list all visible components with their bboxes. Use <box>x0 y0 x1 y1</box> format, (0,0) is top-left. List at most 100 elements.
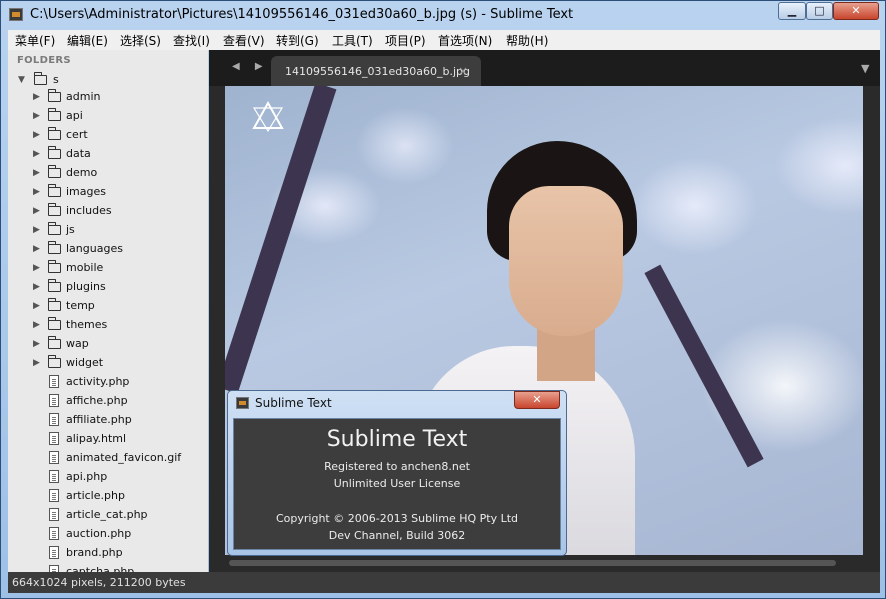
about-dialog: Sublime Text ✕ Sublime Text Registered t… <box>227 390 567 556</box>
tree-root-label: s <box>53 73 59 86</box>
maximize-button[interactable]: □ <box>806 2 833 20</box>
tree-file[interactable]: article.php <box>8 487 208 506</box>
sidebar-header: FOLDERS <box>17 55 71 66</box>
tree-file-label: brand.php <box>66 546 123 559</box>
menu-help[interactable]: 帮助(H) <box>506 32 548 49</box>
collapsed-triangle-icon[interactable]: ▶ <box>33 244 40 254</box>
collapsed-triangle-icon[interactable]: ▶ <box>33 187 40 197</box>
collapsed-triangle-icon[interactable]: ▶ <box>33 282 40 292</box>
folder-icon <box>47 146 61 159</box>
file-icon <box>49 508 59 521</box>
collapsed-triangle-icon[interactable]: ▶ <box>33 149 40 159</box>
tree-folder-label: includes <box>66 204 112 217</box>
menu-tools[interactable]: 工具(T) <box>332 32 373 49</box>
tab-image-file[interactable]: 14109556146_031ed30a60_b.jpg × <box>271 56 481 86</box>
tree-folder-temp[interactable]: ▶ temp <box>8 297 208 316</box>
collapsed-triangle-icon[interactable]: ▶ <box>33 358 40 368</box>
collapsed-triangle-icon[interactable]: ▶ <box>33 111 40 121</box>
menu-project[interactable]: 项目(P) <box>385 32 426 49</box>
tree-folder-js[interactable]: ▶ js <box>8 221 208 240</box>
menu-view[interactable]: 查看(V) <box>223 32 265 49</box>
menu-find[interactable]: 查找(I) <box>173 32 210 49</box>
tree-folder-plugins[interactable]: ▶ plugins <box>8 278 208 297</box>
folder-icon <box>47 260 61 273</box>
tree-file-label: affiliate.php <box>66 413 132 426</box>
tree-folder-label: mobile <box>66 261 104 274</box>
tree-file[interactable]: animated_favicon.gif <box>8 449 208 468</box>
folder-icon <box>47 241 61 254</box>
tree-file[interactable]: captcha.php <box>8 563 208 572</box>
tree-folder-label: temp <box>66 299 95 312</box>
tree-folder-label: wap <box>66 337 89 350</box>
about-registered: Registered to anchen8.net <box>324 460 470 473</box>
sublime-app-icon <box>9 8 23 21</box>
menu-selection[interactable]: 选择(S) <box>120 32 161 49</box>
expanded-triangle-icon[interactable]: ▼ <box>18 75 25 85</box>
collapsed-triangle-icon[interactable]: ▶ <box>33 130 40 140</box>
folder-icon <box>47 203 61 216</box>
about-copyright: Copyright © 2006-2013 Sublime HQ Pty Ltd <box>275 512 519 525</box>
tree-file[interactable]: brand.php <box>8 544 208 563</box>
tree-folder-label: api <box>66 109 83 122</box>
collapsed-triangle-icon[interactable]: ▶ <box>33 301 40 311</box>
menu-file[interactable]: 菜单(F) <box>15 32 55 49</box>
tree-folder-demo[interactable]: ▶ demo <box>8 164 208 183</box>
tree-file[interactable]: auction.php <box>8 525 208 544</box>
folder-icon <box>47 355 61 368</box>
tab-nav-arrows-icon[interactable]: ◀ ▶ <box>232 61 269 72</box>
folder-icon <box>47 336 61 349</box>
tree-folder-languages[interactable]: ▶ languages <box>8 240 208 259</box>
horizontal-scrollbar[interactable] <box>229 560 836 566</box>
file-icon <box>49 394 59 407</box>
sublime-window: C:\Users\Administrator\Pictures\14109556… <box>0 0 886 599</box>
file-icon <box>49 432 59 445</box>
tree-folder-images[interactable]: ▶ images <box>8 183 208 202</box>
tree-folder-cert[interactable]: ▶ cert <box>8 126 208 145</box>
tab-close-icon[interactable]: × <box>458 64 468 78</box>
file-icon <box>49 489 59 502</box>
tab-label: 14109556146_031ed30a60_b.jpg <box>285 65 470 78</box>
tree-folder-data[interactable]: ▶ data <box>8 145 208 164</box>
file-icon <box>49 470 59 483</box>
tab-bar: ◀ ▶ 14109556146_031ed30a60_b.jpg × ▼ <box>209 50 880 86</box>
minimize-button[interactable]: ▁ <box>778 2 806 20</box>
tree-folder-includes[interactable]: ▶ includes <box>8 202 208 221</box>
menu-preferences[interactable]: 首选项(N) <box>438 32 492 49</box>
tree-folder-label: admin <box>66 90 101 103</box>
tree-folder-label: languages <box>66 242 123 255</box>
tree-file[interactable]: affiliate.php <box>8 411 208 430</box>
tree-folder-wap[interactable]: ▶ wap <box>8 335 208 354</box>
tree-folder-themes[interactable]: ▶ themes <box>8 316 208 335</box>
tree-file[interactable]: affiche.php <box>8 392 208 411</box>
tree-file-label: article_cat.php <box>66 508 148 521</box>
collapsed-triangle-icon[interactable]: ▶ <box>33 225 40 235</box>
tree-folder-mobile[interactable]: ▶ mobile <box>8 259 208 278</box>
file-icon <box>49 565 59 572</box>
tree-file[interactable]: alipay.html <box>8 430 208 449</box>
dialog-close-button[interactable]: ✕ <box>514 391 560 409</box>
menu-edit[interactable]: 编辑(E) <box>67 32 108 49</box>
file-icon <box>49 413 59 426</box>
tree-folder-admin[interactable]: ▶ admin <box>8 88 208 107</box>
tab-dropdown-icon[interactable]: ▼ <box>861 62 869 75</box>
tree-folder-label: demo <box>66 166 98 179</box>
tree-file-label: activity.php <box>66 375 130 388</box>
menu-goto[interactable]: 转到(G) <box>276 32 319 49</box>
collapsed-triangle-icon[interactable]: ▶ <box>33 320 40 330</box>
tree-file[interactable]: activity.php <box>8 373 208 392</box>
status-bar: 664x1024 pixels, 211200 bytes <box>8 572 880 593</box>
sublime-app-icon <box>236 397 249 409</box>
tree-folder-widget[interactable]: ▶ widget <box>8 354 208 373</box>
collapsed-triangle-icon[interactable]: ▶ <box>33 206 40 216</box>
window-title: C:\Users\Administrator\Pictures\14109556… <box>30 7 574 22</box>
collapsed-triangle-icon[interactable]: ▶ <box>33 168 40 178</box>
tree-file[interactable]: article_cat.php <box>8 506 208 525</box>
collapsed-triangle-icon[interactable]: ▶ <box>33 92 40 102</box>
tree-folder-api[interactable]: ▶ api <box>8 107 208 126</box>
about-license: Unlimited User License <box>333 477 461 490</box>
status-text: 664x1024 pixels, 211200 bytes <box>12 576 186 589</box>
tree-file[interactable]: api.php <box>8 468 208 487</box>
collapsed-triangle-icon[interactable]: ▶ <box>33 339 40 349</box>
collapsed-triangle-icon[interactable]: ▶ <box>33 263 40 273</box>
close-button[interactable]: ✕ <box>833 2 879 20</box>
